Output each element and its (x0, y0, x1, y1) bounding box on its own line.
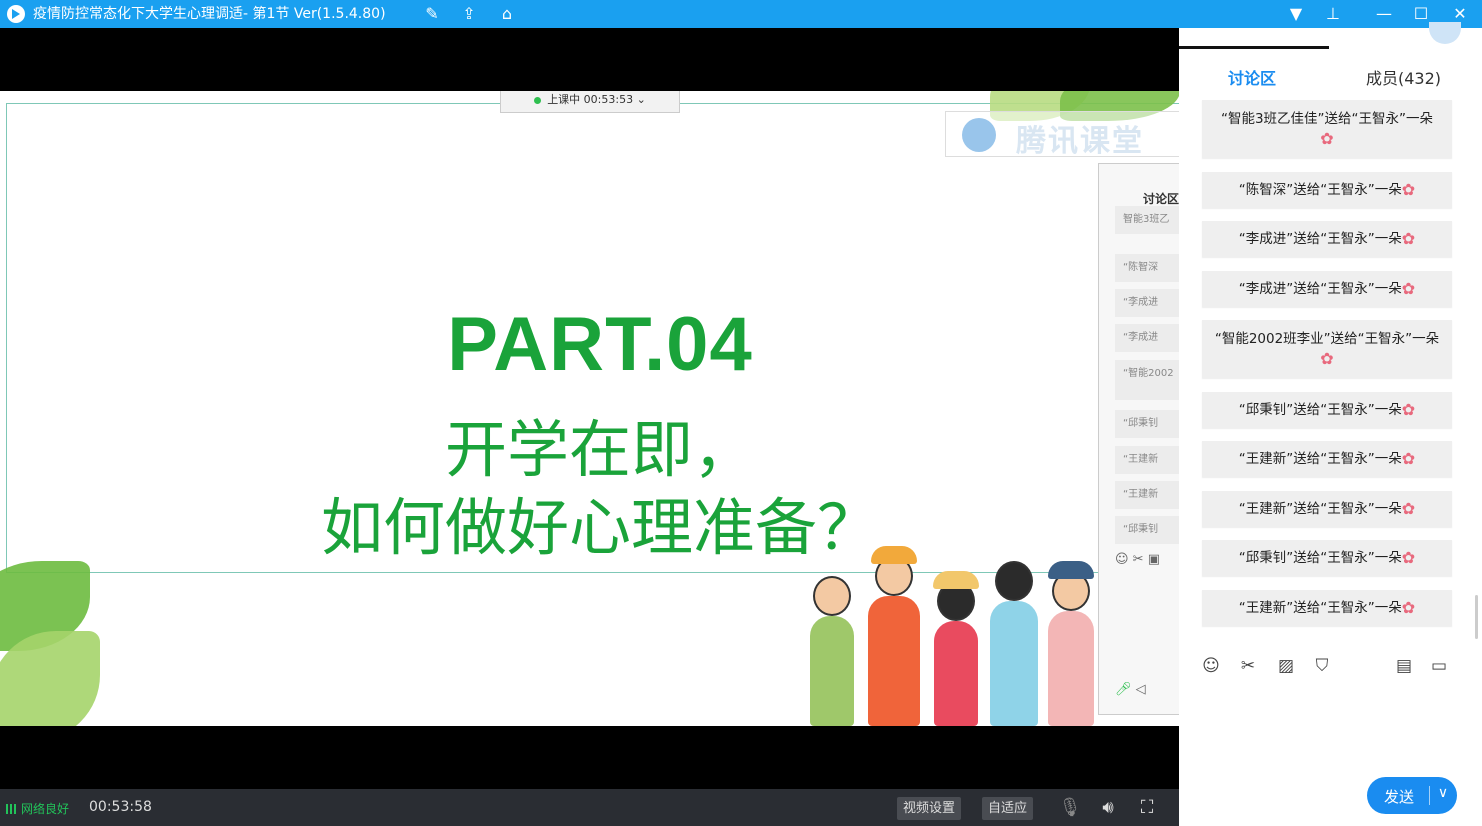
chevron-down-icon[interactable]: ∨ (1433, 785, 1453, 801)
tab-indicator (1179, 46, 1329, 49)
chat-message: “王建新”送给“王智永”一朵✿ (1202, 590, 1452, 626)
chat-message: “陈智深”送给“王智永”一朵✿ (1202, 172, 1452, 208)
adaptive-button[interactable]: 自适应 (982, 797, 1034, 820)
chat-message: “王建新”送给“王智永”一朵✿ (1202, 441, 1452, 477)
tab-discussion[interactable]: 讨论区 (1228, 65, 1276, 89)
chat-message: “李成进”送给“王智永”一朵✿ (1202, 271, 1452, 307)
chat-message: “李成进”送给“王智永”一朵✿ (1202, 221, 1452, 257)
flower-icon: ✿ (1320, 349, 1334, 368)
notification-icon[interactable] (1429, 22, 1461, 44)
bottom-control-bar: 网络良好 00:53:58 视频设置 自适应 🎙︎ 🔊︎ ⛶ (0, 789, 1179, 826)
pin-icon[interactable]: ⊥ (1315, 0, 1351, 28)
app-logo-icon (7, 5, 25, 23)
flower-icon: ✿ (1401, 449, 1416, 468)
signal-icon (6, 804, 18, 814)
flower-icon: ✿ (1401, 548, 1416, 567)
fullscreen-icon[interactable]: ⛶ (1135, 796, 1159, 820)
home-icon[interactable]: ⌂ (496, 3, 518, 25)
video-area[interactable]: 上课中 00:53:53 ⌄ 腾讯课堂 PART.04 开学在即， 如何做好心理… (0, 28, 1179, 789)
watermark: 腾讯课堂 (945, 111, 1179, 159)
discussion-panel: 讨论区 成员(432) “智能3班乙佳佳”送给“王智永”一朵 ✿ “陈智深”送给“… (1179, 22, 1482, 826)
emoji-icon[interactable]: ☺ (1200, 655, 1222, 677)
screenshot-icon[interactable]: ✂ (1237, 655, 1259, 677)
chat-message: “智能3班乙佳佳”送给“王智永”一朵 ✿ (1202, 100, 1452, 158)
elapsed-time: 00:53:58 (89, 799, 152, 815)
chat-message: “王建新”送给“王智永”一朵✿ (1202, 491, 1452, 527)
flower-icon: ✿ (1401, 279, 1416, 298)
window-title: 疫情防控常态化下大学生心理调适- 第1节 Ver(1.5.4.80) (33, 6, 386, 22)
flower-icon: ✿ (1401, 180, 1416, 199)
play-logo-icon (962, 118, 996, 152)
video-settings-button[interactable]: 视频设置 (897, 797, 962, 820)
children-illustration (800, 531, 1100, 726)
mic-muted-icon[interactable]: 🎙︎ (1058, 796, 1082, 820)
flower-icon: ✿ (1401, 229, 1416, 248)
slide-part-title: PART.04 (447, 302, 753, 387)
class-status-badge[interactable]: 上课中 00:53:53 ⌄ (500, 91, 680, 113)
shared-discussion-panel: 讨论区 智能3班乙 “陈智深 “李成进 “李成进 “智能2002 “邱秉钊 “王… (1098, 163, 1179, 715)
flower-icon: ✿ (1401, 499, 1416, 518)
flower-icon: ✿ (1320, 129, 1334, 148)
chat-message: “邱秉钊”送给“王智永”一朵✿ (1202, 392, 1452, 428)
share-icon[interactable]: ⇪ (458, 3, 480, 25)
watermark-text: 腾讯课堂 (1016, 124, 1144, 159)
card-icon[interactable]: ▤ (1393, 655, 1415, 677)
mini-toolbar-icons: ☺ ✂ ▣ (1115, 552, 1160, 567)
message-icon[interactable]: ▭ (1428, 655, 1450, 677)
mini-mic-icon: 🎤︎ ◁ (1115, 682, 1146, 697)
chat-message: “邱秉钊”送给“王智永”一朵✿ (1202, 540, 1452, 576)
dropdown-menu-icon[interactable]: ▼ (1278, 0, 1314, 28)
minimize-button[interactable]: — (1366, 0, 1402, 28)
live-dot-icon (534, 96, 542, 104)
title-bar: 疫情防控常态化下大学生心理调适- 第1节 Ver(1.5.4.80) ✎ ⇪ ⌂… (0, 0, 1482, 28)
chat-message: “智能2002班李业”送给“王智永”一朵 ✿ (1202, 320, 1452, 378)
shared-slide: 上课中 00:53:53 ⌄ 腾讯课堂 PART.04 开学在即， 如何做好心理… (0, 91, 1179, 726)
shield-icon[interactable]: ⛉ (1311, 655, 1333, 677)
image-icon[interactable]: ▨ (1275, 655, 1297, 677)
send-button[interactable]: 发送 ∨ (1367, 777, 1457, 814)
leaf-decoration (0, 631, 100, 726)
flower-icon: ✿ (1401, 598, 1416, 617)
network-status: 网络良好 (6, 800, 69, 817)
tab-members[interactable]: 成员(432) (1366, 65, 1441, 89)
flower-icon: ✿ (1401, 400, 1416, 419)
scrollbar[interactable] (1475, 595, 1478, 639)
speaker-icon[interactable]: 🔊︎ (1096, 796, 1120, 820)
edit-icon[interactable]: ✎ (421, 3, 443, 25)
slide-subtitle-line1: 开学在即， (444, 413, 755, 486)
